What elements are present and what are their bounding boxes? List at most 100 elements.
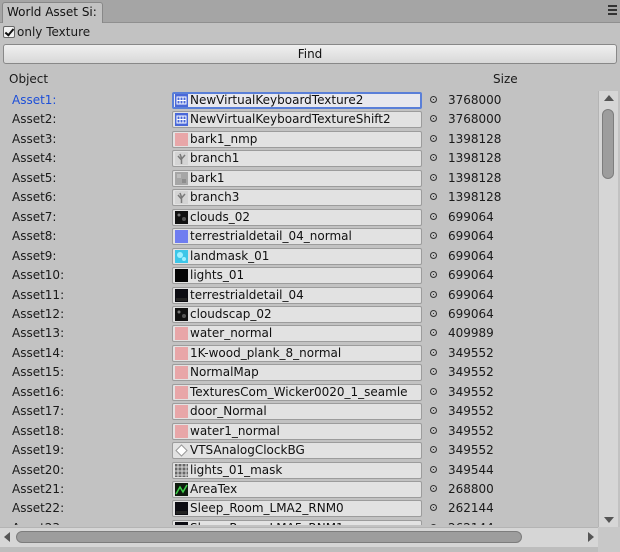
object-field[interactable]: lights_01 bbox=[172, 267, 422, 284]
asset-label: Asset5: bbox=[12, 171, 57, 185]
object-picker-icon[interactable] bbox=[430, 485, 437, 492]
object-picker-icon[interactable] bbox=[430, 135, 437, 142]
asset-size: 1398128 bbox=[448, 190, 502, 204]
object-picker-icon[interactable] bbox=[430, 193, 437, 200]
object-picker-icon[interactable] bbox=[430, 329, 437, 336]
scroll-up-arrow-icon[interactable] bbox=[604, 95, 614, 101]
object-field[interactable]: water1_normal bbox=[172, 423, 422, 440]
object-field[interactable]: terrestrialdetail_04 bbox=[172, 287, 422, 304]
object-field[interactable]: water_normal bbox=[172, 325, 422, 342]
object-picker-icon[interactable] bbox=[430, 115, 437, 122]
object-field[interactable]: NewVirtualKeyboardTextureShift2 bbox=[172, 111, 422, 128]
object-name: terrestrialdetail_04 bbox=[190, 288, 304, 302]
object-field[interactable]: Sleep_Room_LMA2_RNM0 bbox=[172, 500, 422, 517]
asset-row: Asset10: lights_01 699064 bbox=[0, 266, 598, 285]
object-picker-icon[interactable] bbox=[430, 232, 437, 239]
asset-label: Asset2: bbox=[12, 112, 57, 126]
object-field[interactable]: NewVirtualKeyboardTexture2 bbox=[172, 92, 422, 109]
object-picker-icon[interactable] bbox=[430, 349, 437, 356]
only-texture-toggle[interactable]: only Texture bbox=[3, 24, 90, 40]
asset-size: 699064 bbox=[448, 229, 494, 243]
horizontal-scrollbar[interactable] bbox=[0, 527, 598, 547]
object-field[interactable]: AreaTex bbox=[172, 481, 422, 498]
object-picker-icon[interactable] bbox=[430, 291, 437, 298]
object-field[interactable]: clouds_02 bbox=[172, 209, 422, 226]
asset-row: Asset17: door_Normal 349552 bbox=[0, 402, 598, 421]
asset-row: Asset19: VTSAnalogClockBG 349552 bbox=[0, 441, 598, 460]
asset-row: Asset2: NewVirtualKeyboardTextureShift2 37… bbox=[0, 110, 598, 129]
object-picker-icon[interactable] bbox=[430, 252, 437, 259]
object-picker-icon[interactable] bbox=[430, 524, 437, 525]
object-field[interactable]: 1K-wood_plank_8_normal bbox=[172, 345, 422, 362]
object-field[interactable]: landmask_01 bbox=[172, 248, 422, 265]
object-picker-icon[interactable] bbox=[430, 271, 437, 278]
asset-row: Asset22: Sleep_Room_LMA2_RNM0 262144 bbox=[0, 499, 598, 518]
object-picker-icon[interactable] bbox=[430, 154, 437, 161]
object-field[interactable]: lights_01_mask bbox=[172, 462, 422, 479]
object-field[interactable]: cloudscap_02 bbox=[172, 306, 422, 323]
object-picker-icon[interactable] bbox=[430, 213, 437, 220]
asset-size: 409989 bbox=[448, 326, 494, 340]
object-name: branch1 bbox=[190, 151, 240, 165]
object-field[interactable]: NormalMap bbox=[172, 364, 422, 381]
object-field[interactable]: bark1 bbox=[172, 170, 422, 187]
object-field[interactable]: TexturesCom_Wicker0020_1_seamle bbox=[172, 384, 422, 401]
asset-label: Asset4: bbox=[12, 151, 57, 165]
object-picker-icon[interactable] bbox=[430, 407, 437, 414]
object-picker-icon[interactable] bbox=[430, 427, 437, 434]
scroll-left-arrow-icon[interactable] bbox=[4, 532, 10, 542]
only-texture-label: only Texture bbox=[17, 25, 91, 39]
object-picker-icon[interactable] bbox=[430, 446, 437, 453]
horizontal-scroll-thumb[interactable] bbox=[16, 531, 522, 543]
object-name: clouds_02 bbox=[190, 210, 251, 224]
scrollbar-corner bbox=[598, 527, 620, 552]
asset-label: Asset8: bbox=[12, 229, 57, 243]
object-name: NewVirtualKeyboardTexture2 bbox=[190, 93, 364, 107]
vertical-scroll-thumb[interactable] bbox=[602, 109, 614, 179]
asset-label: Asset14: bbox=[12, 346, 65, 360]
vertical-scrollbar[interactable] bbox=[598, 91, 618, 527]
asset-size: 3768000 bbox=[448, 112, 502, 126]
window-menu-icon[interactable] bbox=[606, 2, 618, 18]
scroll-down-arrow-icon[interactable] bbox=[604, 517, 614, 523]
object-field[interactable]: bark1_nmp bbox=[172, 131, 422, 148]
asset-size: 262144 bbox=[448, 521, 494, 525]
object-field[interactable]: terrestrialdetail_04_normal bbox=[172, 228, 422, 245]
object-name: VTSAnalogClockBG bbox=[190, 443, 305, 457]
tab-world-asset-size[interactable]: World Asset Si: bbox=[2, 2, 103, 23]
object-picker-icon[interactable] bbox=[430, 368, 437, 375]
asset-size: 349544 bbox=[448, 463, 494, 477]
asset-row: Asset8: terrestrialdetail_04_normal 699064 bbox=[0, 227, 598, 246]
object-field[interactable]: Sleep_Room_LMA5_RNM1 bbox=[172, 520, 422, 525]
asset-label: Asset22: bbox=[12, 501, 65, 515]
asset-size: 349552 bbox=[448, 443, 494, 457]
asset-row: Asset14: 1K-wood_plank_8_normal 349552 bbox=[0, 344, 598, 363]
asset-label: Asset3: bbox=[12, 132, 57, 146]
object-field[interactable]: branch3 bbox=[172, 189, 422, 206]
asset-size: 268800 bbox=[448, 482, 494, 496]
asset-size: 3768000 bbox=[448, 93, 502, 107]
object-name: water1_normal bbox=[190, 424, 280, 438]
object-picker-icon[interactable] bbox=[430, 466, 437, 473]
object-field[interactable]: door_Normal bbox=[172, 403, 422, 420]
object-field[interactable]: VTSAnalogClockBG bbox=[172, 442, 422, 459]
asset-row: Asset21: AreaTex 268800 bbox=[0, 480, 598, 499]
asset-size: 699064 bbox=[448, 307, 494, 321]
asset-label: Asset1: bbox=[12, 93, 57, 107]
object-picker-icon[interactable] bbox=[430, 174, 437, 181]
asset-label: Asset19: bbox=[12, 443, 65, 457]
only-texture-checkbox[interactable] bbox=[3, 26, 15, 38]
object-picker-icon[interactable] bbox=[430, 310, 437, 317]
object-field[interactable]: branch1 bbox=[172, 150, 422, 167]
object-name: terrestrialdetail_04_normal bbox=[190, 229, 352, 243]
object-picker-icon[interactable] bbox=[430, 504, 437, 511]
column-header-object: Object bbox=[9, 72, 49, 86]
object-name: TexturesCom_Wicker0020_1_seamle bbox=[190, 385, 408, 399]
scroll-right-arrow-icon[interactable] bbox=[588, 532, 594, 542]
asset-row: Asset20: lights_01_mask 349544 bbox=[0, 461, 598, 480]
object-name: bark1 bbox=[190, 171, 225, 185]
find-button[interactable]: Find bbox=[3, 44, 617, 64]
asset-row: Asset13: water_normal 409989 bbox=[0, 324, 598, 343]
object-picker-icon[interactable] bbox=[430, 388, 437, 395]
object-picker-icon[interactable] bbox=[430, 96, 437, 103]
